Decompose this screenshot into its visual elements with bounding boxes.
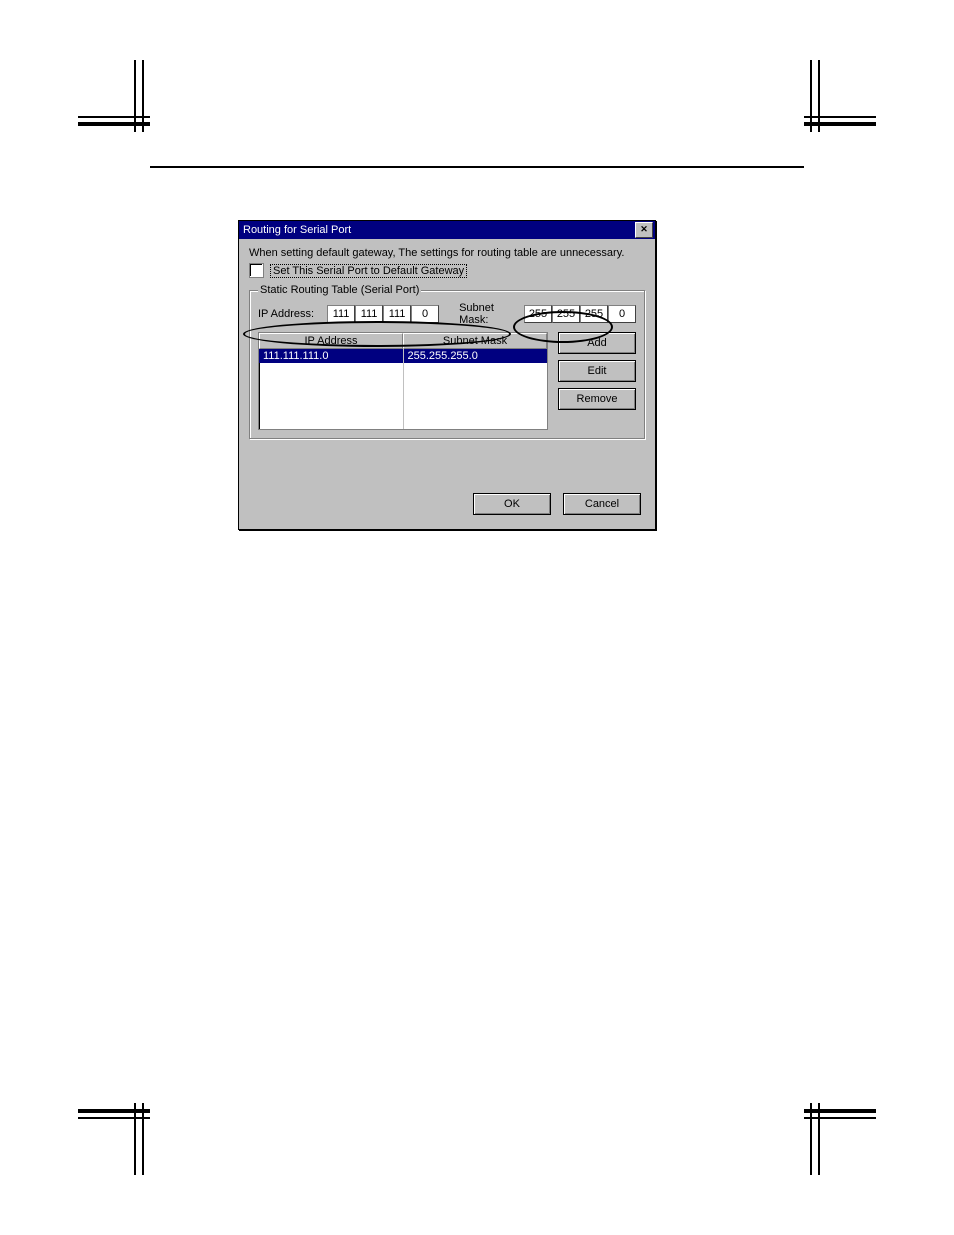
column-ip[interactable]: IP Address [259,333,403,349]
crop-mark [78,1103,150,1175]
edit-button[interactable]: Edit [558,360,636,382]
titlebar[interactable]: Routing for Serial Port ✕ [239,221,655,239]
close-icon[interactable]: ✕ [635,222,653,238]
routing-dialog: Routing for Serial Port ✕ When setting d… [238,220,656,530]
add-button[interactable]: Add [558,332,636,354]
column-divider [403,349,404,429]
routing-table[interactable]: IP Address Subnet Mask 111.111.111.0 255… [258,332,548,430]
cell-mask: 255.255.255.0 [403,349,548,363]
crop-mark [804,1103,876,1175]
group-legend: Static Routing Table (Serial Port) [258,284,421,296]
default-gateway-label: Set This Serial Port to Default Gateway [270,264,467,278]
ip-octet-2[interactable] [355,305,383,323]
cancel-button[interactable]: Cancel [563,493,641,515]
static-routing-group: Static Routing Table (Serial Port) IP Ad… [249,284,645,439]
ip-octet-1[interactable] [327,305,355,323]
mask-octet-2[interactable] [552,305,580,323]
dialog-title: Routing for Serial Port [243,224,635,236]
cell-ip: 111.111.111.0 [259,349,403,363]
ip-address-input[interactable] [327,305,439,323]
ip-octet-4[interactable] [411,305,439,323]
subnet-mask-input[interactable] [524,305,636,323]
mask-octet-4[interactable] [608,305,636,323]
ip-octet-3[interactable] [383,305,411,323]
column-mask[interactable]: Subnet Mask [403,333,547,349]
ip-address-label: IP Address: [258,308,321,320]
hint-text: When setting default gateway, The settin… [249,247,645,259]
remove-button[interactable]: Remove [558,388,636,410]
default-gateway-checkbox[interactable] [249,263,264,278]
page-divider [150,166,804,168]
crop-mark [78,60,150,132]
mask-octet-1[interactable] [524,305,552,323]
subnet-mask-label: Subnet Mask: [459,302,518,326]
mask-octet-3[interactable] [580,305,608,323]
ok-button[interactable]: OK [473,493,551,515]
crop-mark [804,60,876,132]
